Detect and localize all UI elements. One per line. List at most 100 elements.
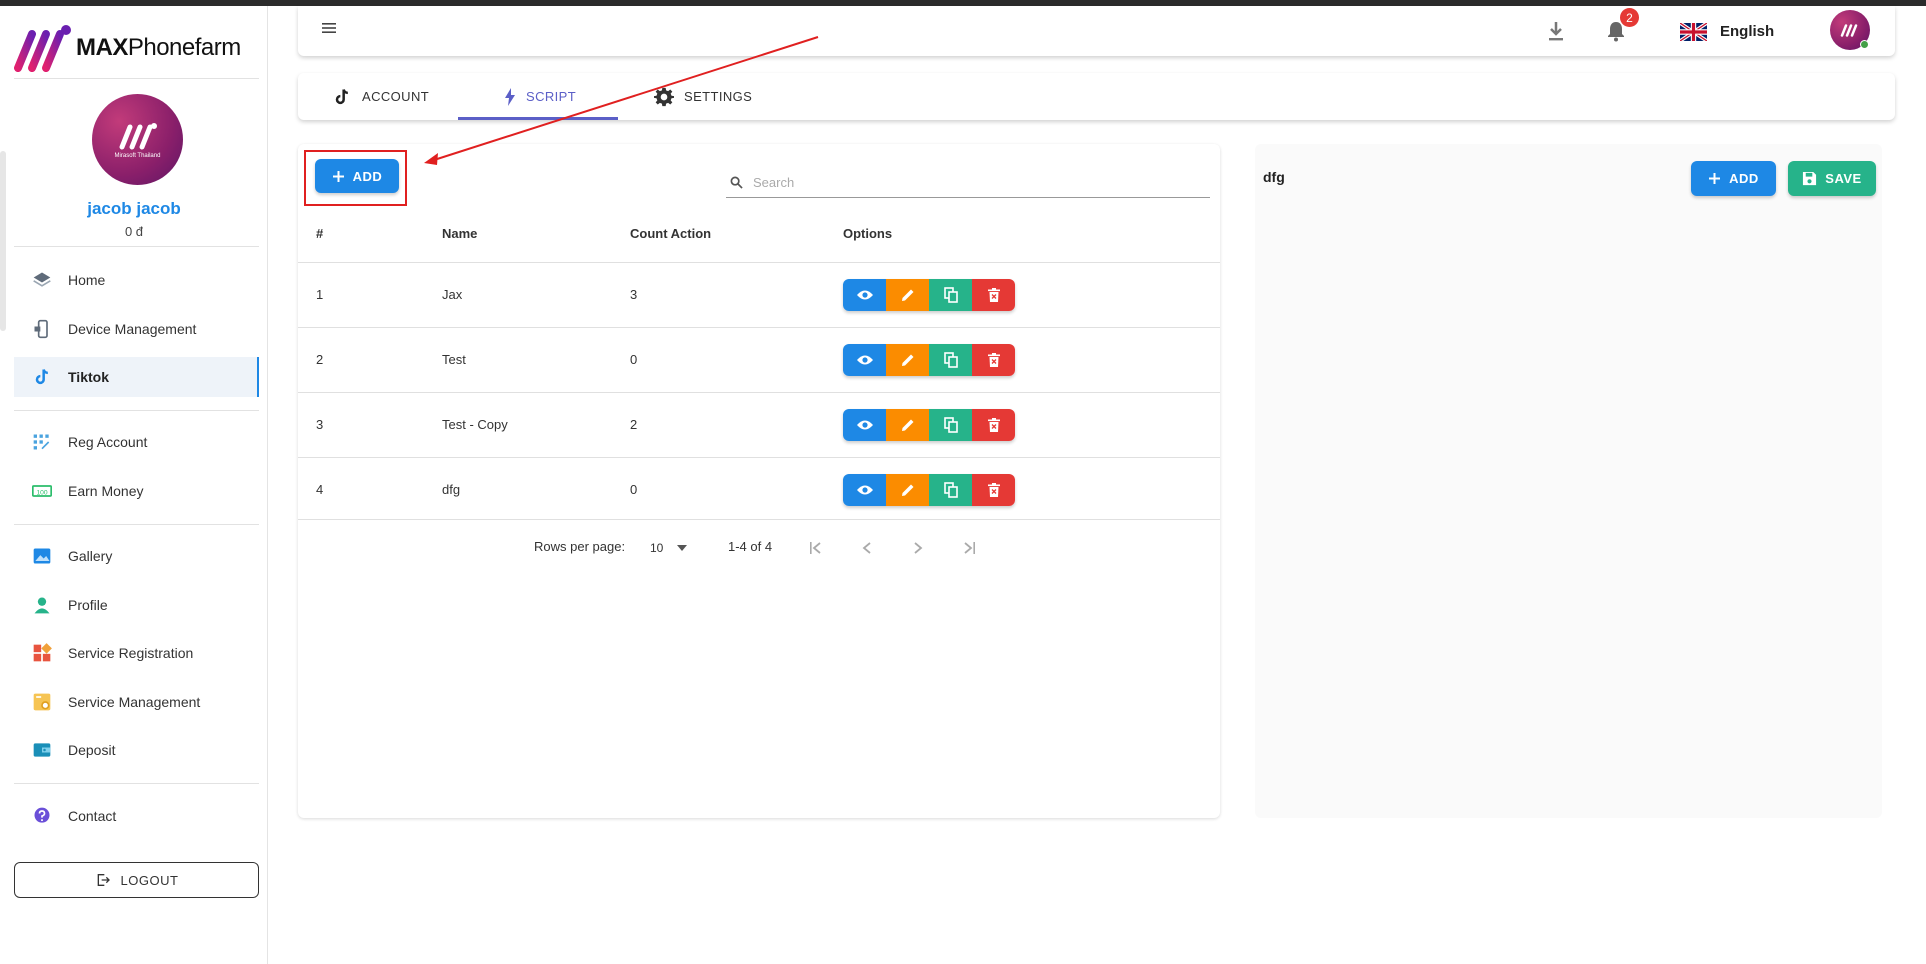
sidebar-item-label: Service Management [68, 694, 201, 710]
cell-index: 3 [316, 417, 324, 432]
sidebar-item-label: Deposit [68, 742, 116, 758]
row-options [843, 344, 1015, 376]
row-options [843, 409, 1015, 441]
first-page-icon [810, 542, 821, 554]
hamburger-menu-icon[interactable] [322, 22, 336, 34]
cell-index: 4 [316, 482, 324, 497]
download-icon[interactable] [1546, 20, 1566, 42]
logout-button[interactable]: LOGOUT [14, 862, 259, 898]
sidebar-item-home[interactable]: Home [14, 260, 259, 300]
first-page-button[interactable] [804, 536, 828, 560]
table-row[interactable]: 2 Test 0 [298, 327, 1220, 392]
sidebar-item-tiktok[interactable]: Tiktok [14, 357, 259, 397]
rows-per-page-select[interactable]: 10 [650, 536, 692, 560]
cell-count-action: 3 [630, 287, 638, 302]
cell-index: 1 [316, 287, 324, 302]
gear-icon [654, 87, 674, 106]
logout-label: LOGOUT [120, 872, 179, 888]
chevron-left-icon [862, 542, 871, 554]
add-script-button[interactable]: ADD [315, 159, 399, 193]
tab-script[interactable]: SCRIPT [504, 73, 576, 120]
divider [14, 78, 259, 79]
layers-icon [32, 270, 52, 290]
tab-bar: ACCOUNT SCRIPT SETTINGS [298, 73, 1895, 120]
view-button[interactable] [843, 344, 886, 376]
divider [14, 246, 259, 247]
sidebar-item-profile[interactable]: Profile [14, 585, 259, 625]
uk-flag-icon[interactable] [1680, 23, 1707, 41]
edit-button[interactable] [886, 279, 929, 311]
sidebar-item-label: Contact [68, 808, 117, 824]
search-input[interactable] [753, 175, 1193, 190]
brand-mark-icon [119, 122, 157, 149]
sidebar: MAXPhonefarm Mirasoft Thailand jacob jac… [0, 6, 268, 964]
duplicate-button[interactable] [929, 344, 972, 376]
tab-settings[interactable]: SETTINGS [654, 73, 752, 120]
table-row[interactable]: 1 Jax 3 [298, 262, 1220, 327]
pencil-icon [901, 419, 913, 431]
previous-page-button[interactable] [855, 536, 879, 560]
caret-down-icon [677, 545, 688, 551]
sidebar-item-service-registration[interactable]: Service Registration [14, 633, 259, 673]
duplicate-button[interactable] [929, 279, 972, 311]
widgets-icon [32, 643, 52, 663]
help-icon [32, 806, 52, 826]
cell-name: Jax [442, 287, 463, 302]
last-page-button[interactable] [957, 536, 981, 560]
user-balance: 0 đ [124, 224, 144, 239]
duplicate-button[interactable] [929, 409, 972, 441]
sidebar-item-gallery[interactable]: Gallery [14, 536, 259, 576]
delete-button[interactable] [972, 474, 1015, 506]
sidebar-item-device-management[interactable]: Device Management [14, 309, 259, 349]
row-options [843, 279, 1015, 311]
chevron-right-icon [914, 542, 923, 554]
sidebar-item-earn-money[interactable]: 100 Earn Money [14, 471, 259, 511]
sidebar-item-label: Device Management [68, 321, 197, 337]
copy-icon [943, 352, 958, 368]
divider [14, 524, 259, 525]
sidebar-item-reg-account[interactable]: Reg Account [14, 422, 259, 462]
search-field[interactable] [726, 168, 1210, 198]
table-row[interactable]: 4 dfg 0 [298, 457, 1220, 522]
edit-button[interactable] [886, 344, 929, 376]
brand-name: MAXPhonefarm [76, 34, 241, 61]
edit-button[interactable] [886, 409, 929, 441]
column-header-index: # [316, 226, 324, 241]
sidebar-item-contact[interactable]: Contact [14, 796, 259, 836]
delete-button[interactable] [972, 409, 1015, 441]
avatar-caption: Mirasoft Thailand [114, 152, 161, 159]
sidebar-item-label: Earn Money [68, 483, 144, 499]
service-icon [32, 692, 52, 712]
search-icon [730, 176, 743, 189]
add-action-button[interactable]: ADD [1691, 161, 1776, 196]
next-page-button[interactable] [906, 536, 930, 560]
sidebar-scrollbar[interactable] [0, 151, 6, 331]
brand-logo[interactable]: MAXPhonefarm [14, 20, 262, 76]
language-selector[interactable]: English [1720, 23, 1774, 40]
column-header-name: Name [442, 226, 478, 241]
sidebar-item-service-management[interactable]: Service Management [14, 682, 259, 722]
cell-count-action: 0 [630, 352, 638, 367]
plus-icon [332, 170, 344, 182]
device-icon [32, 319, 52, 339]
view-button[interactable] [843, 279, 886, 311]
tiktok-icon [32, 367, 52, 387]
view-button[interactable] [843, 474, 886, 506]
copy-icon [943, 417, 958, 433]
user-avatar[interactable]: Mirasoft Thailand [92, 94, 183, 185]
delete-button[interactable] [972, 344, 1015, 376]
image-icon [32, 546, 52, 566]
sidebar-item-label: Reg Account [68, 434, 148, 450]
copy-icon [943, 287, 958, 303]
duplicate-button[interactable] [929, 474, 972, 506]
delete-button[interactable] [972, 279, 1015, 311]
save-button[interactable]: SAVE [1788, 161, 1876, 196]
sidebar-item-deposit[interactable]: Deposit [14, 730, 259, 770]
view-button[interactable] [843, 409, 886, 441]
tab-account[interactable]: ACCOUNT [332, 73, 429, 120]
sidebar-item-label: Service Registration [68, 645, 194, 661]
bolt-icon [505, 87, 515, 106]
edit-button[interactable] [886, 474, 929, 506]
sidebar-item-label: Gallery [68, 548, 113, 564]
table-row[interactable]: 3 Test - Copy 2 [298, 392, 1220, 457]
